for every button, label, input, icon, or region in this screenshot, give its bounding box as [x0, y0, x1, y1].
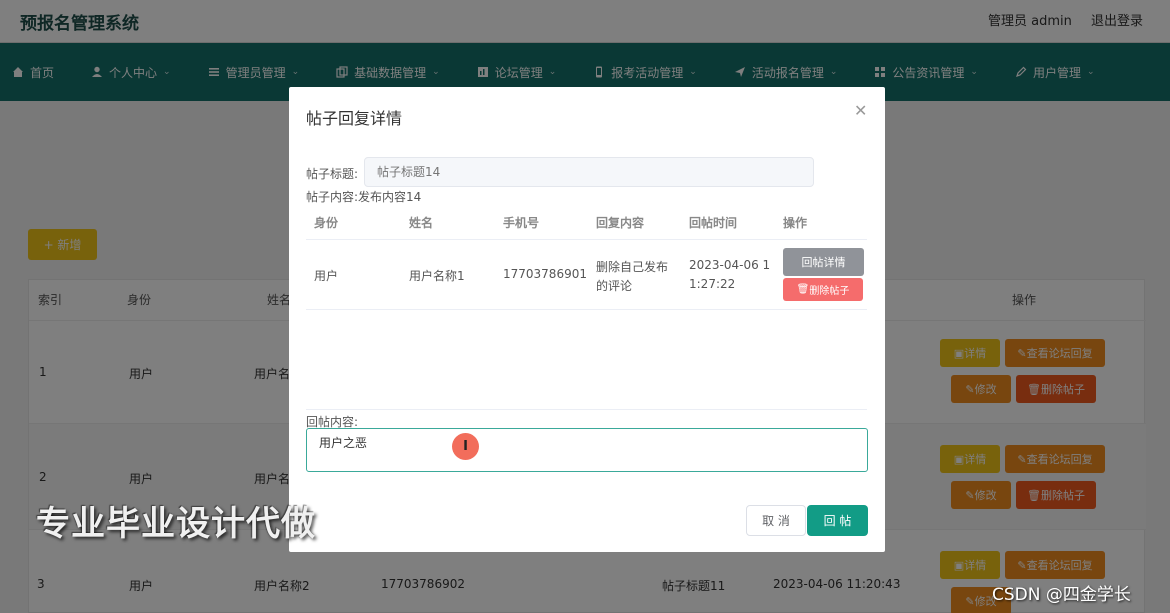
dialog-title: 帖子回复详情 — [306, 109, 403, 128]
reply-phone: 17703786901 — [503, 267, 587, 281]
column-header: 身份 — [314, 216, 339, 230]
divider — [306, 409, 867, 410]
reply-content-line1: 删除自己发布 — [596, 260, 669, 274]
reply-time-line1: 2023-04-06 1 — [689, 258, 771, 272]
post-content-label: 帖子内容:发布内容14 — [306, 190, 422, 204]
watermark-promo: 专业毕业设计代做 — [36, 504, 316, 544]
post-title-input[interactable] — [364, 157, 814, 187]
column-header: 操作 — [783, 216, 808, 230]
delete-reply-button[interactable]: 🗑 删除帖子 — [783, 278, 863, 301]
submit-reply-button[interactable]: 回 帖 — [807, 505, 868, 536]
cancel-button[interactable]: 取 消 — [746, 505, 806, 536]
divider — [306, 309, 867, 310]
reply-content-textarea[interactable]: 用户之恶 — [306, 428, 868, 472]
column-header: 姓名 — [409, 216, 434, 230]
reply-name: 用户名称1 — [409, 269, 465, 283]
text-cursor-icon: I — [452, 433, 479, 460]
reply-content-line2: 的评论 — [596, 279, 633, 293]
column-header: 回复内容 — [596, 216, 645, 230]
column-header: 手机号 — [503, 216, 540, 230]
watermark-author: CSDN @四金学长 — [992, 585, 1131, 605]
column-header: 回帖时间 — [689, 216, 738, 230]
divider — [306, 239, 867, 240]
close-icon[interactable]: ✕ — [854, 101, 867, 120]
reply-detail-dialog: 帖子回复详情 ✕ 帖子标题: 帖子内容:发布内容14 身份 姓名 手机号 回复内… — [289, 87, 885, 552]
post-title-label: 帖子标题: — [306, 167, 359, 181]
reply-time-line2: 1:27:22 — [689, 277, 736, 291]
reply-identity: 用户 — [314, 269, 339, 283]
reply-detail-button[interactable]: 回帖详情 — [783, 248, 864, 276]
